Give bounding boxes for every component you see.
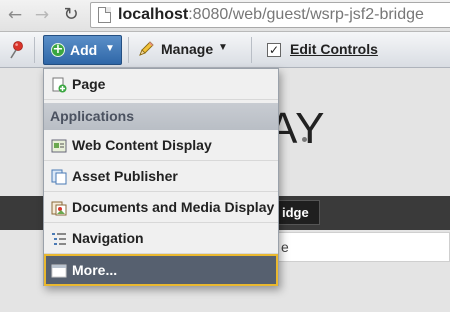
menu-item-label: Documents and Media Display (72, 199, 275, 215)
menu-item-asset-publisher[interactable]: Asset Publisher (44, 161, 278, 192)
menu-item-label: Asset Publisher (72, 168, 178, 184)
add-button[interactable]: + Add ▼ (43, 35, 122, 65)
menu-item-label: More... (72, 262, 118, 278)
address-bar[interactable]: localhost:8080/web/guest/wsrp-jsf2-bridg… (90, 2, 450, 28)
navigation-icon (52, 233, 66, 245)
documents-media-icon (51, 201, 67, 216)
plus-circle-icon: + (51, 42, 65, 57)
nav-tab-selected[interactable]: idge (274, 200, 320, 225)
pencil-icon (139, 41, 154, 56)
checkbox-checked-icon[interactable]: ✓ (267, 43, 281, 57)
toolbar-separator (128, 37, 129, 63)
toolbar-separator (34, 37, 35, 63)
menu-item-documents-and-media-display[interactable]: Documents and Media Display (44, 192, 278, 223)
caret-down-icon: ▼ (218, 42, 228, 53)
toolbar-separator (251, 37, 252, 63)
dockbar: + Add ▼ Manage ▼ ✓ Edit Controls (0, 32, 450, 68)
url-text: localhost:8080/web/guest/wsrp-jsf2-bridg… (118, 3, 424, 27)
back-arrow-icon[interactable]: ← (4, 4, 26, 26)
browser-toolbar: ← → ↻ localhost:8080/web/guest/wsrp-jsf2… (0, 0, 450, 32)
menu-item-more[interactable]: More... (44, 254, 278, 286)
logo-registered-mark (302, 137, 307, 142)
menu-item-label: Web Content Display (72, 137, 212, 153)
web-content-icon (51, 139, 67, 153)
edit-controls-label: Edit Controls (290, 41, 378, 57)
manage-button-label: Manage (161, 41, 214, 57)
page-add-icon (52, 77, 67, 93)
more-icon (51, 264, 67, 278)
menu-item-page[interactable]: Page (44, 69, 278, 100)
portlet-content: e (270, 232, 450, 262)
asset-publisher-icon (51, 169, 67, 185)
add-button-label: Add (70, 42, 98, 58)
menu-item-label: Navigation (72, 230, 144, 246)
forward-arrow-icon[interactable]: → (31, 4, 53, 26)
reload-icon[interactable]: ↻ (60, 4, 82, 26)
page-icon (98, 7, 111, 23)
caret-down-icon: ▼ (105, 43, 115, 54)
pin-icon[interactable] (9, 41, 25, 59)
menu-item-navigation[interactable]: Navigation (44, 223, 278, 254)
url-host: localhost (118, 6, 189, 23)
menu-item-web-content-display[interactable]: Web Content Display (44, 130, 278, 161)
menu-item-label: Page (72, 76, 106, 92)
url-path: :8080/web/guest/wsrp-jsf2-bridge (188, 6, 424, 23)
applications-header: Applications (44, 103, 278, 130)
add-dropdown-menu: Page Applications Web Content Display As… (43, 68, 279, 286)
